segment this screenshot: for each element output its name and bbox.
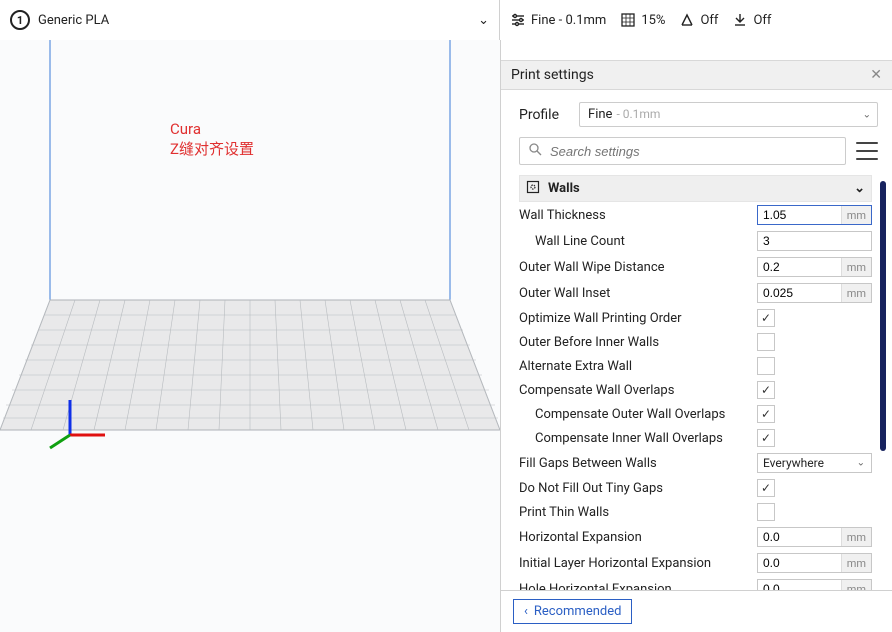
quick-quality[interactable]: Fine - 0.1mm [510, 12, 606, 28]
print-thin-check[interactable] [757, 503, 775, 521]
search-icon [528, 142, 542, 160]
init-h-expansion-input[interactable] [758, 554, 841, 572]
setting-wall-line-count: Wall Line Count [519, 228, 872, 254]
sliders-icon [510, 12, 526, 28]
setting-outer-wall-wipe: Outer Wall Wipe Distance mm [519, 254, 872, 280]
chevron-down-icon: ⌄ [854, 181, 865, 196]
search-input[interactable] [550, 144, 837, 159]
setting-outer-before-inner: Outer Before Inner Walls [519, 330, 872, 354]
setting-alternate-extra: Alternate Extra Wall [519, 354, 872, 378]
print-settings-panel: Print settings ✕ Profile Fine - 0.1mm ⌄ [500, 40, 892, 632]
wall-line-count-input[interactable] [758, 232, 871, 250]
material-dropdown[interactable]: 1 Generic PLA ⌄ [0, 0, 500, 40]
profile-label: Profile [519, 107, 559, 123]
setting-h-expansion: Horizontal Expansion mm [519, 524, 872, 550]
chevron-down-icon: ⌄ [857, 458, 865, 469]
comp-inner-check[interactable]: ✓ [757, 429, 775, 447]
section-walls[interactable]: Walls ⌄ [519, 175, 872, 202]
h-expansion-input[interactable] [758, 528, 841, 546]
panel-title: Print settings [511, 67, 594, 83]
panel-bottom-bar: ‹ Recommended [501, 590, 892, 632]
chevron-down-icon: ⌄ [478, 13, 489, 28]
no-tiny-gaps-check[interactable]: ✓ [757, 479, 775, 497]
profile-select[interactable]: Fine - 0.1mm ⌄ [579, 102, 878, 127]
setting-no-tiny-gaps: Do Not Fill Out Tiny Gaps ✓ [519, 476, 872, 500]
settings-menu-icon[interactable] [856, 142, 878, 160]
chevron-left-icon: ‹ [524, 604, 528, 619]
search-input-wrap[interactable] [519, 137, 846, 165]
scrollbar[interactable] [880, 181, 886, 451]
viewport-annotation: Cura Z缝对齐设置 [170, 120, 254, 159]
panel-header: Print settings ✕ [501, 60, 892, 90]
material-name: Generic PLA [38, 13, 109, 28]
settings-list: Walls ⌄ Wall Thickness mm Wall Line Coun… [501, 175, 892, 590]
extruder-badge-icon: 1 [10, 10, 30, 30]
optimize-order-check[interactable]: ✓ [757, 309, 775, 327]
close-icon[interactable]: ✕ [870, 67, 882, 83]
comp-outer-check[interactable]: ✓ [757, 405, 775, 423]
setting-wall-thickness: Wall Thickness mm [519, 202, 872, 228]
setting-optimize-order: Optimize Wall Printing Order ✓ [519, 306, 872, 330]
setting-init-h-expansion: Initial Layer Horizontal Expansion mm [519, 550, 872, 576]
top-bar: 1 Generic PLA ⌄ Fine - 0.1mm 15% Off [0, 0, 892, 40]
alternate-extra-check[interactable] [757, 357, 775, 375]
quick-adhesion[interactable]: Off [732, 12, 771, 28]
quick-settings-bar[interactable]: Fine - 0.1mm 15% Off Off [500, 0, 892, 40]
hole-h-expansion-input[interactable] [758, 580, 841, 590]
quick-support[interactable]: Off [679, 12, 718, 28]
setting-comp-outer: Compensate Outer Wall Overlaps ✓ [519, 402, 872, 426]
comp-overlaps-check[interactable]: ✓ [757, 381, 775, 399]
quick-infill[interactable]: 15% [620, 12, 665, 28]
outer-wall-inset-input[interactable] [758, 284, 841, 302]
setting-print-thin: Print Thin Walls [519, 500, 872, 524]
wall-thickness-input[interactable] [758, 206, 841, 224]
outer-wall-wipe-input[interactable] [758, 258, 841, 276]
setting-comp-overlaps: Compensate Wall Overlaps ✓ [519, 378, 872, 402]
recommended-button[interactable]: ‹ Recommended [513, 599, 632, 624]
setting-outer-wall-inset: Outer Wall Inset mm [519, 280, 872, 306]
build-plate-viewport[interactable]: Cura Z缝对齐设置 [0, 40, 500, 632]
walls-icon [526, 180, 540, 197]
chevron-down-icon: ⌄ [863, 109, 871, 120]
fill-gaps-select[interactable]: Everywhere ⌄ [757, 453, 872, 473]
infill-icon [620, 12, 636, 28]
support-icon [679, 12, 695, 28]
setting-hole-h-expansion: Hole Horizontal Expansion mm [519, 576, 872, 590]
outer-before-inner-check[interactable] [757, 333, 775, 351]
setting-comp-inner: Compensate Inner Wall Overlaps ✓ [519, 426, 872, 450]
adhesion-icon [732, 12, 748, 28]
setting-fill-gaps: Fill Gaps Between Walls Everywhere ⌄ [519, 450, 872, 476]
